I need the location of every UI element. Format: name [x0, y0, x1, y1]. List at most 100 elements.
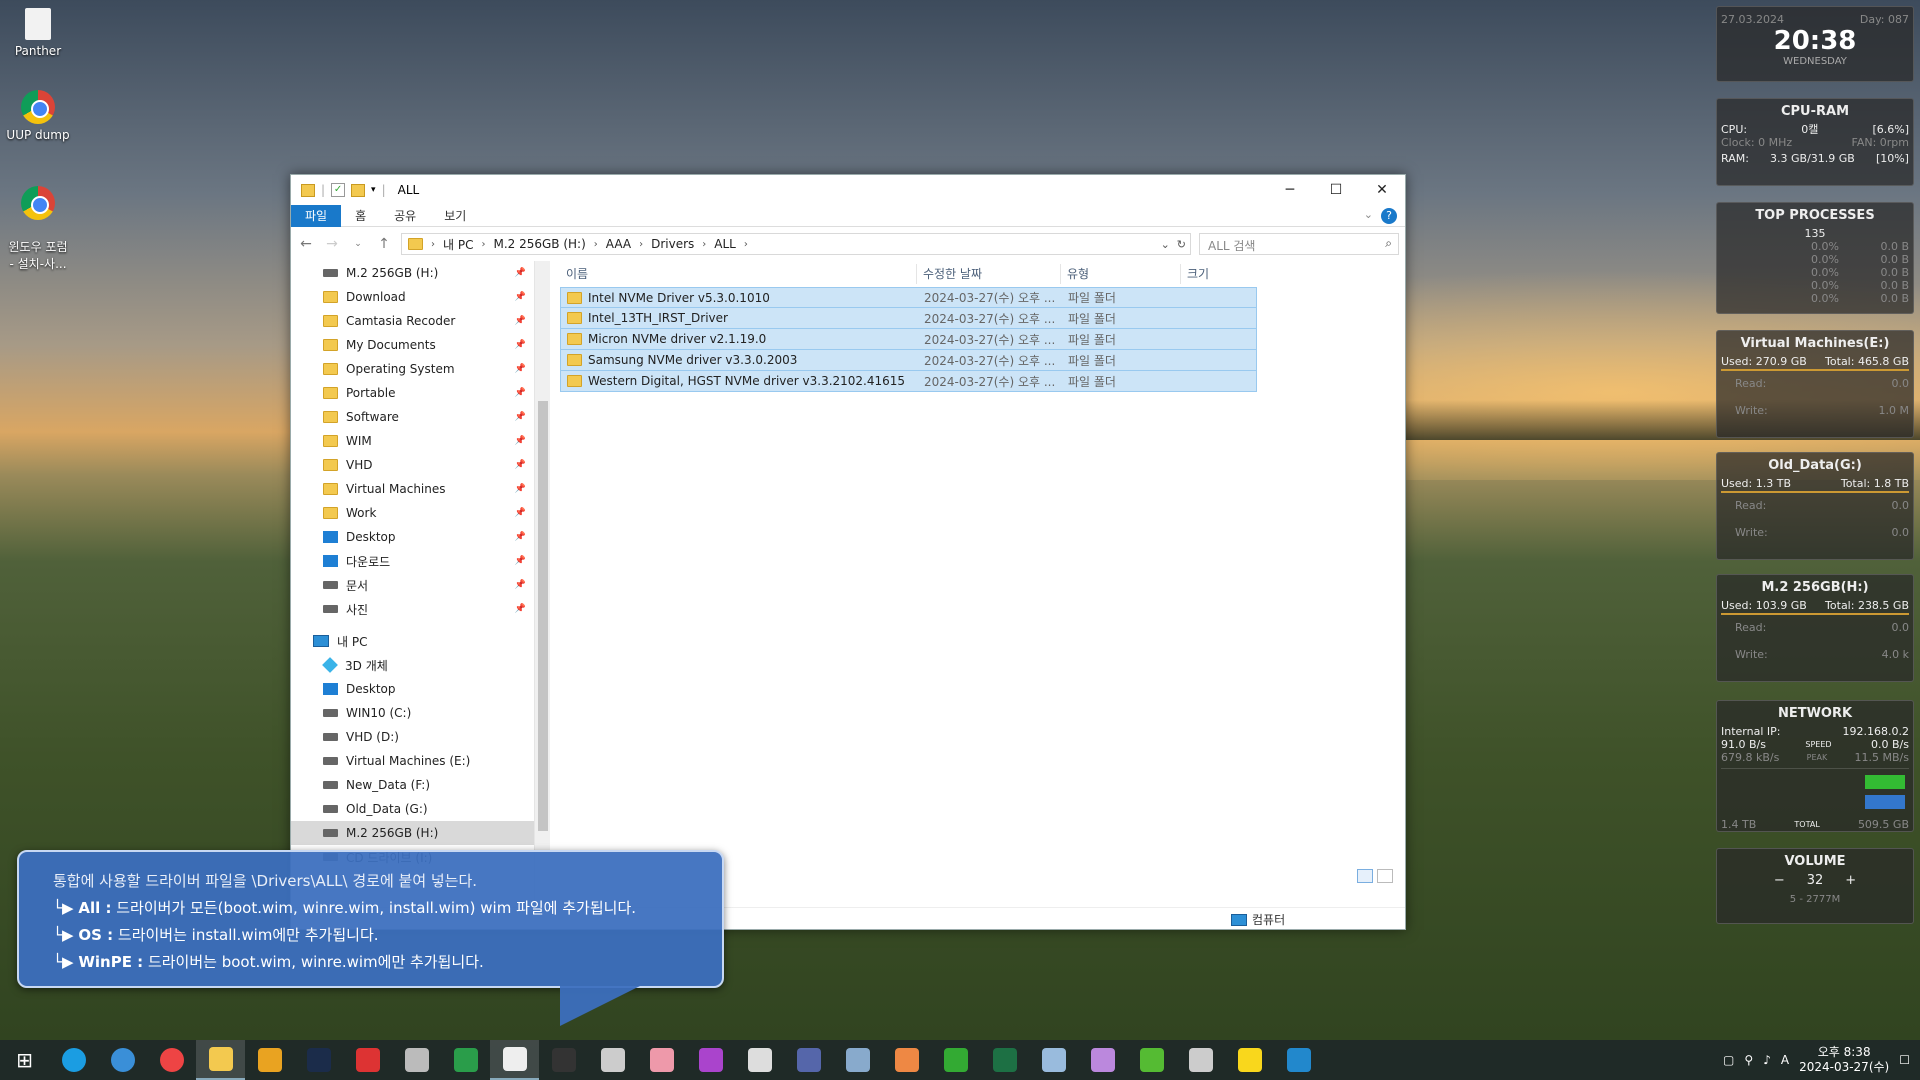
- nav-quick-item[interactable]: 다운로드 📌: [291, 549, 534, 573]
- nav-pc-item[interactable]: Virtual Machines (E:): [291, 749, 534, 773]
- breadcrumb-all[interactable]: ALL: [714, 237, 736, 251]
- taskbar-button[interactable]: [784, 1040, 833, 1080]
- clock-gadget[interactable]: 27.03.2024 Day: 087 20:38 WEDNESDAY: [1716, 6, 1914, 82]
- network-gadget[interactable]: NETWORK Internal IP: 192.168.0.2 91.0 B/s…: [1716, 700, 1914, 832]
- column-size[interactable]: 크기: [1181, 264, 1261, 284]
- drive-gadget[interactable]: M.2 256GB(H:) Used: 103.9 GB Total: 238.5 …: [1716, 574, 1914, 682]
- nav-pc-item[interactable]: M.2 256GB (H:): [291, 821, 534, 845]
- taskbar-button[interactable]: [588, 1040, 637, 1080]
- title-bar[interactable]: | ✓ ▾ | ALL ─ ☐ ✕: [291, 175, 1405, 205]
- nav-quick-item[interactable]: Desktop 📌: [291, 525, 534, 549]
- table-row[interactable]: Western Digital, HGST NVMe driver v3.3.2…: [560, 371, 1257, 392]
- taskbar-button[interactable]: [1127, 1040, 1176, 1080]
- desktop-icon-panther[interactable]: Panther: [4, 8, 72, 58]
- network-icon[interactable]: ⚲: [1744, 1053, 1753, 1067]
- nav-quick-item[interactable]: My Documents 📌: [291, 333, 534, 357]
- tab-file[interactable]: 파일: [291, 204, 342, 227]
- taskbar-button[interactable]: [539, 1040, 588, 1080]
- taskbar-button[interactable]: [686, 1040, 735, 1080]
- nav-quick-item[interactable]: Virtual Machines 📌: [291, 477, 534, 501]
- taskbar-button[interactable]: [1029, 1040, 1078, 1080]
- close-button[interactable]: ✕: [1359, 175, 1405, 205]
- search-input[interactable]: ALL 검색 ⌕: [1199, 233, 1399, 255]
- taskbar-button[interactable]: [980, 1040, 1029, 1080]
- maximize-button[interactable]: ☐: [1313, 175, 1359, 205]
- scrollbar-thumb[interactable]: [538, 401, 548, 831]
- tab-share[interactable]: 공유: [380, 205, 430, 227]
- nav-quick-item[interactable]: Work 📌: [291, 501, 534, 525]
- top-processes-gadget[interactable]: TOP PROCESSES 135 0.0% 0.0 B 0.0% 0.0 B 0.0%…: [1716, 202, 1914, 314]
- speaker-icon[interactable]: ♪: [1763, 1053, 1771, 1067]
- taskbar-button[interactable]: ⊞: [0, 1040, 49, 1080]
- taskbar-button[interactable]: [1176, 1040, 1225, 1080]
- taskbar-button[interactable]: [245, 1040, 294, 1080]
- nav-pc-item[interactable]: New_Data (F:): [291, 773, 534, 797]
- help-icon[interactable]: ?: [1381, 208, 1397, 224]
- drive-gadget[interactable]: Virtual Machines(E:) Used: 270.9 GB Total:…: [1716, 330, 1914, 438]
- nav-scrollbar[interactable]: [534, 261, 550, 909]
- desktop-icon-windows-forum[interactable]: 윈도우 포럼 - 설치-사...: [4, 172, 72, 286]
- taskbar-button[interactable]: [490, 1040, 539, 1080]
- breadcrumb-drivers[interactable]: Drivers: [651, 237, 694, 251]
- nav-pc-item[interactable]: WIN10 (C:): [291, 701, 534, 725]
- task-view-icon[interactable]: ▢: [1723, 1053, 1734, 1067]
- column-modified[interactable]: 수정한 날짜: [917, 263, 1061, 284]
- properties-icon[interactable]: ✓: [331, 183, 346, 197]
- nav-pc-item[interactable]: Desktop: [291, 677, 534, 701]
- tab-view[interactable]: 보기: [430, 205, 480, 227]
- taskbar-button[interactable]: [637, 1040, 686, 1080]
- taskbar-button[interactable]: [98, 1040, 147, 1080]
- taskbar-button[interactable]: [735, 1040, 784, 1080]
- column-name[interactable]: 이름: [560, 263, 917, 284]
- table-row[interactable]: Samsung NVMe driver v3.3.0.2003 2024-03-2…: [560, 350, 1257, 371]
- nav-quick-item[interactable]: VHD 📌: [291, 453, 534, 477]
- customize-toolbar-icon[interactable]: ▾: [371, 185, 376, 195]
- taskbar-button[interactable]: [49, 1040, 98, 1080]
- nav-quick-item[interactable]: WIM 📌: [291, 429, 534, 453]
- nav-pc-item[interactable]: VHD (D:): [291, 725, 534, 749]
- volume-gadget[interactable]: VOLUME − 32 + 5 - 2777M: [1716, 848, 1914, 924]
- taskbar-button[interactable]: [343, 1040, 392, 1080]
- details-view-icon[interactable]: [1357, 869, 1373, 883]
- nav-quick-item[interactable]: Download 📌: [291, 285, 534, 309]
- minimize-button[interactable]: ─: [1267, 175, 1313, 205]
- desktop-icon-uup-dump[interactable]: UUP dump: [4, 90, 72, 142]
- nav-quick-item[interactable]: M.2 256GB (H:) 📌: [291, 261, 534, 285]
- table-row[interactable]: Micron NVMe driver v2.1.19.0 2024-03-27(수…: [560, 329, 1257, 350]
- ime-indicator[interactable]: A: [1781, 1053, 1789, 1067]
- table-row[interactable]: Intel_13TH_IRST_Driver 2024-03-27(수) 오후 .…: [560, 308, 1257, 329]
- nav-quick-item[interactable]: Operating System 📌: [291, 357, 534, 381]
- taskbar-clock[interactable]: 오후 8:38 2024-03-27(수): [1799, 1045, 1889, 1075]
- forward-icon[interactable]: →: [323, 236, 341, 252]
- new-folder-icon[interactable]: [351, 183, 366, 197]
- breadcrumb-drive[interactable]: M.2 256GB (H:): [493, 237, 585, 251]
- nav-quick-item[interactable]: 문서 📌: [291, 573, 534, 597]
- notification-icon[interactable]: ☐: [1899, 1053, 1910, 1067]
- address-dropdown-icon[interactable]: ⌄ ↻: [1161, 238, 1186, 251]
- nav-my-pc[interactable]: 내 PC: [291, 629, 534, 653]
- nav-quick-item[interactable]: Camtasia Recoder 📌: [291, 309, 534, 333]
- taskbar-button[interactable]: [294, 1040, 343, 1080]
- taskbar-button[interactable]: [1078, 1040, 1127, 1080]
- up-icon[interactable]: ↑: [375, 236, 393, 252]
- column-type[interactable]: 유형: [1061, 263, 1181, 284]
- address-bar[interactable]: › 내 PC › M.2 256GB (H:) › AAA › Drivers …: [401, 233, 1191, 255]
- nav-pc-item[interactable]: 3D 개체: [291, 653, 534, 677]
- taskbar-button[interactable]: [1274, 1040, 1323, 1080]
- taskbar-button[interactable]: [882, 1040, 931, 1080]
- tab-home[interactable]: 홈: [341, 205, 380, 227]
- cpu-ram-gadget[interactable]: CPU-RAM CPU: 0캘 [6.6%] Clock: 0 MHz FAN: 0r…: [1716, 98, 1914, 186]
- drive-gadget[interactable]: Old_Data(G:) Used: 1.3 TB Total: 1.8 TB Rea…: [1716, 452, 1914, 560]
- nav-quick-item[interactable]: Portable 📌: [291, 381, 534, 405]
- nav-pc-item[interactable]: Old_Data (G:): [291, 797, 534, 821]
- nav-quick-item[interactable]: 사진 📌: [291, 597, 534, 621]
- taskbar-button[interactable]: [196, 1040, 245, 1080]
- taskbar-button[interactable]: [1225, 1040, 1274, 1080]
- volume-up-button[interactable]: +: [1845, 873, 1856, 888]
- volume-down-button[interactable]: −: [1774, 873, 1785, 888]
- taskbar-button[interactable]: [392, 1040, 441, 1080]
- expand-ribbon-icon[interactable]: ⌄: [1364, 208, 1373, 221]
- nav-quick-item[interactable]: Software 📌: [291, 405, 534, 429]
- breadcrumb-aaa[interactable]: AAA: [606, 237, 631, 251]
- taskbar-button[interactable]: [931, 1040, 980, 1080]
